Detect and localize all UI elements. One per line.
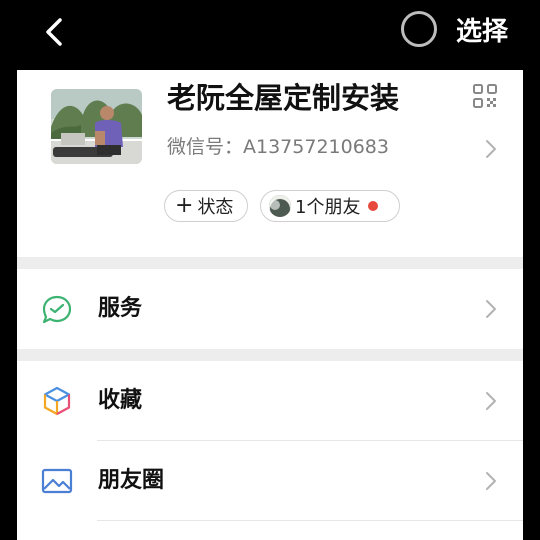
top-bar: 选择 xyxy=(0,0,540,70)
moments-icon xyxy=(41,468,73,494)
friends-status-button[interactable]: 1个朋友 xyxy=(260,190,400,222)
section-gap xyxy=(17,349,523,361)
menu-item-label: 收藏 xyxy=(98,388,143,413)
profile-name: 老阮全屋定制安装 xyxy=(167,81,400,115)
notification-dot xyxy=(368,201,379,211)
services-icon xyxy=(42,295,72,324)
qr-code-icon[interactable] xyxy=(472,83,498,109)
profile-header[interactable]: 老阮全屋定制安装 微信号：A13757210683 + 状态 1个朋友 xyxy=(17,70,523,257)
friends-label: 1个朋友 xyxy=(295,197,361,218)
menu-item-services[interactable]: 服务 xyxy=(17,269,523,349)
chevron-right-icon xyxy=(486,472,496,490)
add-status-button[interactable]: + 状态 xyxy=(164,190,248,222)
menu-item-label: 服务 xyxy=(98,296,143,321)
chevron-right-icon xyxy=(486,300,496,318)
select-circle-icon[interactable] xyxy=(401,11,437,47)
menu-item-favorites[interactable]: 收藏 xyxy=(17,361,523,441)
divider xyxy=(97,520,523,521)
status-label: 状态 xyxy=(197,197,234,218)
menu-item-moments[interactable]: 朋友圈 xyxy=(17,441,523,521)
back-arrow-icon[interactable] xyxy=(40,14,70,50)
wechat-id: 微信号：A13757210683 xyxy=(167,136,389,158)
plus-icon: + xyxy=(175,193,194,218)
favorites-icon xyxy=(43,386,71,416)
section-gap xyxy=(17,257,523,269)
friend-avatar xyxy=(269,195,291,217)
chevron-right-icon xyxy=(486,392,496,410)
profile-sheet: 老阮全屋定制安装 微信号：A13757210683 + 状态 1个朋友 服务 收… xyxy=(17,70,523,540)
profile-chevron-right-icon[interactable] xyxy=(485,139,497,159)
avatar[interactable] xyxy=(51,89,142,164)
menu-item-label: 朋友圈 xyxy=(98,468,165,493)
select-button[interactable]: 选择 xyxy=(456,14,508,50)
